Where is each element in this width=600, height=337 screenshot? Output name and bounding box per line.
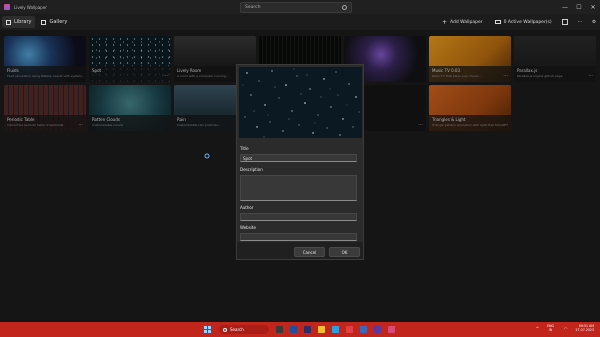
word-icon[interactable]: [360, 326, 367, 333]
taskbar-search-label: Search: [230, 327, 244, 332]
maximize-icon[interactable]: ☐: [572, 4, 586, 11]
library-icon: [6, 19, 11, 25]
taskbar-search[interactable]: Search: [219, 325, 269, 334]
gallery-icon: [41, 19, 47, 25]
region-code: IN: [548, 328, 553, 332]
plus-icon: +: [441, 18, 447, 26]
nav-gallery[interactable]: Gallery: [37, 16, 71, 28]
busy-cursor-icon: [204, 153, 210, 159]
toolbar: Library Gallery + Add Wallpaper 0 Active…: [0, 14, 600, 30]
description-input[interactable]: [240, 175, 357, 201]
nav-gallery-label: Gallery: [49, 19, 68, 25]
active-wallpapers-button[interactable]: 0 Active Wallpaper(s): [494, 19, 552, 25]
edge-icon[interactable]: [332, 326, 339, 333]
monitor-icon: [494, 20, 501, 24]
title-label: Title: [240, 146, 249, 151]
active-wallpapers-label: 0 Active Wallpaper(s): [503, 19, 552, 25]
start-windows-icon[interactable]: [204, 326, 211, 333]
nav-library[interactable]: Library: [2, 16, 36, 28]
title-bar: Lively Wallpaper Search — ☐ ✕: [0, 0, 600, 14]
taskbar-search-icon: [223, 327, 227, 332]
title-input[interactable]: Spot: [240, 154, 357, 162]
add-wallpaper-label: Add Wallpaper: [449, 19, 483, 25]
clock[interactable]: 09:51 AM 27-07-2023: [575, 324, 594, 332]
website-label: Website: [240, 225, 256, 230]
app-icon[interactable]: [346, 326, 353, 333]
website-input[interactable]: [240, 233, 357, 241]
after-effects-icon[interactable]: [374, 326, 381, 333]
nav-library-label: Library: [14, 19, 32, 25]
search-input[interactable]: Search: [245, 5, 342, 10]
toolbar-actions: + Add Wallpaper 0 Active Wallpaper(s) ··…: [430, 16, 596, 28]
wifi-icon[interactable]: ◠: [564, 326, 568, 331]
clock-date: 27-07-2023: [575, 328, 594, 332]
cancel-button[interactable]: Cancel: [294, 247, 325, 257]
add-wallpaper-button[interactable]: + Add Wallpaper: [442, 19, 483, 26]
search-icon[interactable]: [342, 5, 347, 10]
window-controls: — ☐ ✕: [558, 0, 600, 14]
playlist-icon[interactable]: [561, 19, 568, 25]
lively-app-window: Lively Wallpaper Search — ☐ ✕ Library Ga…: [0, 0, 600, 322]
author-input[interactable]: [240, 213, 357, 221]
settings-gear-icon[interactable]: ⚙: [592, 20, 596, 25]
search-box[interactable]: Search: [240, 2, 352, 13]
language-indicator[interactable]: ENG IN: [547, 324, 554, 332]
ok-button[interactable]: OK: [329, 247, 360, 257]
author-label: Author: [240, 205, 254, 210]
taskbar: Search ^ ENG IN ◠ 09:51 AM 27-07-2023: [0, 322, 600, 337]
more-options-icon[interactable]: ···: [578, 20, 582, 25]
file-explorer-icon[interactable]: [318, 326, 325, 333]
system-tray: ^ ENG IN ◠ 09:51 AM 27-07-2023: [536, 324, 594, 332]
app-title: Lively Wallpaper: [14, 4, 47, 10]
minimize-icon[interactable]: —: [558, 4, 572, 11]
close-icon[interactable]: ✕: [586, 4, 600, 11]
lively-taskbar-icon[interactable]: [388, 326, 395, 333]
premiere-icon[interactable]: [304, 326, 311, 333]
app-logo-icon: [4, 4, 10, 10]
photoshop-icon[interactable]: [290, 326, 297, 333]
description-label: Description: [240, 167, 263, 172]
task-view-icon[interactable]: [276, 326, 283, 333]
edit-wallpaper-dialog: Title Spot Description Author Website Ca…: [236, 64, 364, 260]
starfield-preview-image: [239, 67, 362, 138]
wallpaper-preview: [239, 67, 362, 138]
tray-chevron-icon[interactable]: ^: [536, 326, 539, 331]
